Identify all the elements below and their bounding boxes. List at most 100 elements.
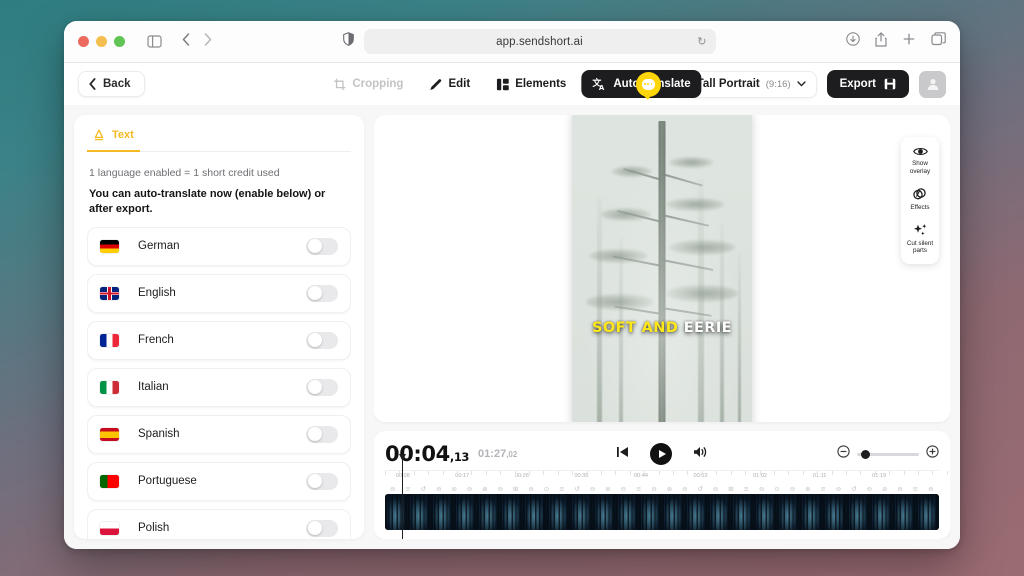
account-avatar-button[interactable] (919, 70, 946, 98)
timeline-marker[interactable]: ⊖ (528, 485, 533, 493)
timeline-marker[interactable]: ⊜ (882, 485, 887, 493)
language-toggle[interactable] (306, 237, 338, 255)
window-traffic-lights[interactable] (78, 36, 125, 47)
language-toggle[interactable] (306, 331, 338, 349)
language-row[interactable]: Spanish (87, 414, 351, 454)
filmstrip-frame (869, 494, 893, 530)
timeline-playhead[interactable] (402, 455, 404, 539)
new-tab-icon[interactable] (902, 32, 916, 51)
language-row[interactable]: German (87, 226, 351, 266)
close-window-button[interactable] (78, 36, 89, 47)
timeline-marker[interactable]: ⊖ (651, 485, 656, 493)
address-bar[interactable]: app.sendshort.ai ↻ (363, 29, 716, 54)
timeline-marker[interactable]: ⊖ (590, 485, 595, 493)
volume-button[interactable] (693, 445, 708, 463)
timeline-filmstrip[interactable] (385, 494, 939, 530)
downloads-icon[interactable] (846, 32, 860, 51)
credit-usage-text: 1 language enabled = 1 short credit used (89, 167, 280, 179)
ruler-tick (917, 471, 919, 475)
language-row[interactable]: Polish (87, 508, 351, 539)
timeline-marker[interactable]: ⊛ (805, 485, 810, 493)
timeline-ruler[interactable]: 00:0800:1700:2600:3500:4400:5301:0201:11… (385, 470, 948, 483)
timeline-marker[interactable]: ⊖ (897, 485, 902, 493)
side-tool-show-overlay[interactable]: Show overlay (906, 146, 934, 176)
tab-elements[interactable]: Elements (485, 71, 577, 98)
filmstrip-frame (431, 494, 455, 530)
sidebar-toggle-icon[interactable] (147, 35, 162, 48)
language-toggle[interactable] (306, 472, 338, 490)
ruler-tick (745, 471, 747, 475)
side-tool-cut-silent-parts[interactable]: Cut silent parts (906, 223, 934, 256)
nav-forward-icon[interactable] (204, 32, 212, 51)
timeline-marker[interactable]: ⊖ (390, 485, 395, 493)
zoom-out-button[interactable] (837, 445, 850, 463)
timeline-marker[interactable]: ⊖ (713, 485, 718, 493)
timeline-marker[interactable]: ≡ (913, 485, 918, 493)
timeline-marker[interactable]: ⊜ (605, 485, 610, 493)
ruler-tick (485, 471, 487, 475)
language-toggle[interactable] (306, 519, 338, 537)
timeline-marker[interactable]: ⊞ (513, 485, 518, 493)
timeline-marker[interactable]: ⊖ (928, 485, 933, 493)
skip-to-start-button[interactable] (616, 445, 629, 463)
caption-yellow-text: SOFT AND (592, 319, 679, 336)
zoom-slider-handle[interactable] (861, 449, 870, 459)
filmstrip-frame (823, 494, 847, 530)
side-tool-effects[interactable]: Effects (910, 187, 930, 212)
timeline-marker[interactable]: ↺ (421, 485, 426, 493)
maximize-window-button[interactable] (114, 36, 125, 47)
timeline-marker[interactable]: ⊖ (467, 485, 472, 493)
share-icon[interactable] (875, 31, 887, 52)
back-button[interactable]: Back (78, 71, 145, 97)
video-preview[interactable]: SOFT AND EERIE (572, 115, 752, 422)
language-row[interactable]: Portuguese (87, 461, 351, 501)
timeline-marker[interactable]: ↺ (574, 485, 579, 493)
timeline-marker[interactable]: ≡ (820, 485, 825, 493)
browser-chrome: app.sendshort.ai ↻ (64, 21, 960, 63)
timeline-marker[interactable]: ⊛ (667, 485, 672, 493)
nav-back-icon[interactable] (182, 32, 190, 51)
timeline-marker[interactable]: ↺ (697, 485, 702, 493)
export-button[interactable]: Export (826, 70, 909, 98)
language-toggle[interactable] (306, 284, 338, 302)
timeline-marker[interactable]: ⊖ (790, 485, 795, 493)
timeline-marker-row[interactable]: ⊖ ≡ ↺ ⊖ ⊜ ⊖ ⊛ ⊖ ⊞ ⊖ ⊙ ≡ ↺ ⊖ ⊜ ⊖ ≡ ⊖ ⊛ ⊖ ↺ ⊖ ⊞ ≡ ⊖ ⊙ ⊖ ⊛ ≡ ⊖ ↺ ⊖ ⊜ ⊖ ≡ ⊖ (385, 483, 939, 494)
play-button[interactable] (650, 443, 672, 465)
flag-icon (100, 474, 119, 488)
timeline-marker[interactable]: ⊖ (682, 485, 687, 493)
language-toggle[interactable] (306, 425, 338, 443)
tab-edit[interactable]: Edit (418, 71, 481, 98)
sidebar-tab-text[interactable]: Text (87, 124, 140, 152)
privacy-shield-icon[interactable] (342, 32, 354, 51)
language-row[interactable]: French (87, 320, 351, 360)
nav-arrows[interactable] (182, 32, 212, 51)
timeline-marker[interactable]: ⊙ (774, 485, 779, 493)
timeline-marker[interactable]: ⊖ (836, 485, 841, 493)
timeline-marker[interactable]: ⊖ (867, 485, 872, 493)
tab-cropping[interactable]: Cropping (322, 71, 414, 98)
timeline-zoom-slider[interactable] (857, 449, 919, 459)
timeline-marker[interactable]: ⊜ (451, 485, 456, 493)
timeline-marker[interactable]: ≡ (636, 485, 641, 493)
timeline-marker[interactable]: ≡ (744, 485, 749, 493)
timeline-marker[interactable]: ⊖ (436, 485, 441, 493)
timeline-marker[interactable]: ≡ (405, 485, 410, 493)
timeline-marker[interactable]: ↺ (851, 485, 856, 493)
tab-overview-icon[interactable] (931, 32, 946, 51)
timeline-marker[interactable]: ⊖ (759, 485, 764, 493)
timeline-marker[interactable]: ≡ (559, 485, 564, 493)
minimize-window-button[interactable] (96, 36, 107, 47)
language-row[interactable]: Italian (87, 367, 351, 407)
timeline-marker[interactable]: ⊖ (621, 485, 626, 493)
timeline-marker[interactable]: ⊖ (498, 485, 503, 493)
support-chat-button[interactable] (635, 71, 661, 100)
ruler-tick (557, 471, 559, 475)
timeline-marker[interactable]: ⊞ (728, 485, 733, 493)
timeline-marker[interactable]: ⊛ (482, 485, 487, 493)
timeline-marker[interactable]: ⊙ (544, 485, 549, 493)
zoom-in-button[interactable] (926, 445, 939, 463)
reload-icon[interactable]: ↻ (697, 35, 706, 48)
language-toggle[interactable] (306, 378, 338, 396)
language-row[interactable]: English (87, 273, 351, 313)
svg-text:A: A (599, 84, 605, 91)
